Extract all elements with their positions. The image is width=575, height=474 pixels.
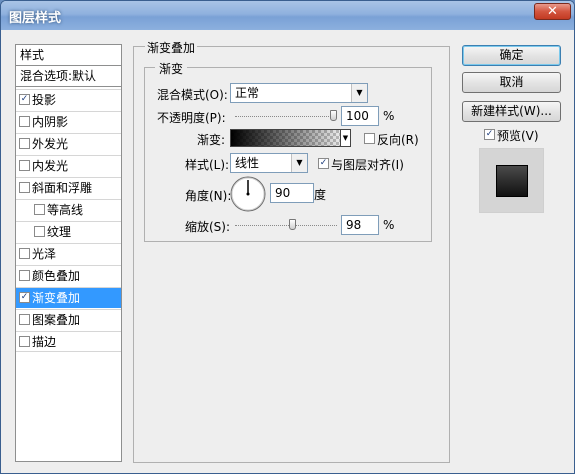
color-overlay-checkbox[interactable] — [19, 270, 30, 281]
style-select[interactable]: 线性 ▼ — [230, 153, 308, 173]
gradient-overlay-checkbox[interactable]: ✓ — [19, 292, 30, 303]
close-button[interactable]: ✕ — [534, 3, 571, 20]
preview-thumbnail — [496, 165, 528, 197]
texture-checkbox[interactable] — [34, 226, 45, 237]
sidebar-item-label: 内阴影 — [32, 115, 69, 129]
ok-button[interactable]: 确定 — [462, 45, 561, 66]
sidebar-item-label: 纹理 — [47, 225, 72, 239]
gradient-dropdown-icon[interactable]: ▼ — [340, 129, 351, 147]
inner-glow-checkbox[interactable] — [19, 160, 30, 171]
dialog-body: 样式 混合选项:默认 ✓投影 内阴影 外发光 内发光 斜面和浮雕 等高线 纹理 — [7, 30, 569, 469]
sidebar-item-inner-glow[interactable]: 内发光 — [16, 155, 121, 176]
align-with-layer-label: 与图层对齐(I) — [331, 158, 404, 172]
sidebar-item-label: 颜色叠加 — [32, 269, 81, 283]
chevron-down-icon: ▼ — [351, 84, 367, 102]
sidebar-item-outer-glow[interactable]: 外发光 — [16, 133, 121, 154]
style-preview — [479, 148, 544, 213]
preview-label: 预览(V) — [497, 129, 539, 143]
opacity-input[interactable]: 100 — [341, 106, 379, 126]
sidebar-item-label: 渐变叠加 — [32, 291, 81, 305]
sidebar-item-label: 描边 — [32, 335, 57, 349]
layer-style-dialog: 图层样式 ✕ 样式 混合选项:默认 ✓投影 内阴影 外发光 内发光 斜面和浮雕 — [0, 0, 575, 474]
angle-input[interactable]: 90 — [270, 183, 314, 203]
panel-title: 渐变叠加 — [145, 39, 198, 56]
sidebar-item-label: 斜面和浮雕 — [32, 181, 93, 195]
scale-slider-track[interactable] — [235, 225, 337, 226]
sidebar-item-pattern-overlay[interactable]: 图案叠加 — [16, 309, 121, 330]
satin-checkbox[interactable] — [19, 248, 30, 259]
sidebar-item-label: 投影 — [32, 93, 57, 107]
blend-mode-label: 混合模式(O): — [157, 88, 228, 102]
scale-label: 缩放(S): — [185, 220, 231, 234]
subgroup-title: 渐变 — [155, 60, 188, 77]
title-bar[interactable]: 图层样式 ✕ — [1, 1, 574, 30]
opacity-slider-thumb[interactable] — [330, 110, 337, 121]
pattern-overlay-checkbox[interactable] — [19, 314, 30, 325]
contour-checkbox[interactable] — [34, 204, 45, 215]
style-list: 样式 混合选项:默认 ✓投影 内阴影 外发光 内发光 斜面和浮雕 等高线 纹理 — [15, 44, 122, 462]
blending-options-item[interactable]: 混合选项:默认 — [16, 66, 121, 87]
opacity-slider-track[interactable] — [235, 116, 337, 117]
sidebar-item-bevel-emboss[interactable]: 斜面和浮雕 — [16, 177, 121, 198]
outer-glow-checkbox[interactable] — [19, 138, 30, 149]
sidebar-item-label: 光泽 — [32, 247, 57, 261]
opacity-label: 不透明度(P): — [157, 111, 226, 125]
scale-input[interactable]: 98 — [341, 215, 379, 235]
drop-shadow-checkbox[interactable]: ✓ — [19, 94, 30, 105]
sidebar-item-contour[interactable]: 等高线 — [16, 199, 121, 220]
gradient-label: 渐变: — [197, 133, 226, 147]
angle-label: 角度(N): — [185, 189, 232, 203]
style-value: 线性 — [235, 156, 260, 170]
sidebar-item-texture[interactable]: 纹理 — [16, 221, 121, 242]
preview-checkbox[interactable]: ✓ — [484, 129, 495, 140]
window-title: 图层样式 — [9, 11, 62, 26]
sidebar-item-label: 内发光 — [32, 159, 69, 173]
blend-mode-value: 正常 — [235, 86, 260, 100]
scale-slider-thumb[interactable] — [289, 219, 296, 230]
chevron-down-icon: ▼ — [291, 154, 307, 172]
sidebar-item-stroke[interactable]: 描边 — [16, 331, 121, 352]
inner-shadow-checkbox[interactable] — [19, 116, 30, 127]
sidebar-item-gradient-overlay[interactable]: ✓ 渐变叠加 — [16, 287, 121, 308]
style-list-header[interactable]: 样式 — [16, 45, 121, 66]
opacity-unit: % — [383, 109, 395, 123]
sidebar-item-label: 外发光 — [32, 137, 69, 151]
sidebar-item-drop-shadow[interactable]: ✓ 投影 — [16, 89, 121, 110]
sidebar-item-label: 等高线 — [47, 203, 84, 217]
reverse-label: 反向(R) — [377, 133, 419, 147]
style-label: 样式(L): — [185, 158, 230, 172]
sidebar-item-inner-shadow[interactable]: 内阴影 — [16, 111, 121, 132]
align-with-layer-checkbox[interactable]: ✓ — [318, 158, 329, 169]
angle-dial-icon[interactable] — [229, 175, 267, 213]
gradient-swatch[interactable] — [230, 129, 351, 147]
bevel-emboss-checkbox[interactable] — [19, 182, 30, 193]
sidebar-item-color-overlay[interactable]: 颜色叠加 — [16, 265, 121, 286]
angle-unit: 度 — [314, 188, 327, 202]
sidebar-item-satin[interactable]: 光泽 — [16, 243, 121, 264]
stroke-checkbox[interactable] — [19, 336, 30, 347]
scale-unit: % — [383, 218, 395, 232]
reverse-checkbox[interactable] — [364, 133, 375, 144]
new-style-button[interactable]: 新建样式(W)... — [462, 101, 561, 122]
cancel-button[interactable]: 取消 — [462, 72, 561, 93]
blend-mode-select[interactable]: 正常 ▼ — [230, 83, 368, 103]
sidebar-item-label: 图案叠加 — [32, 313, 81, 327]
